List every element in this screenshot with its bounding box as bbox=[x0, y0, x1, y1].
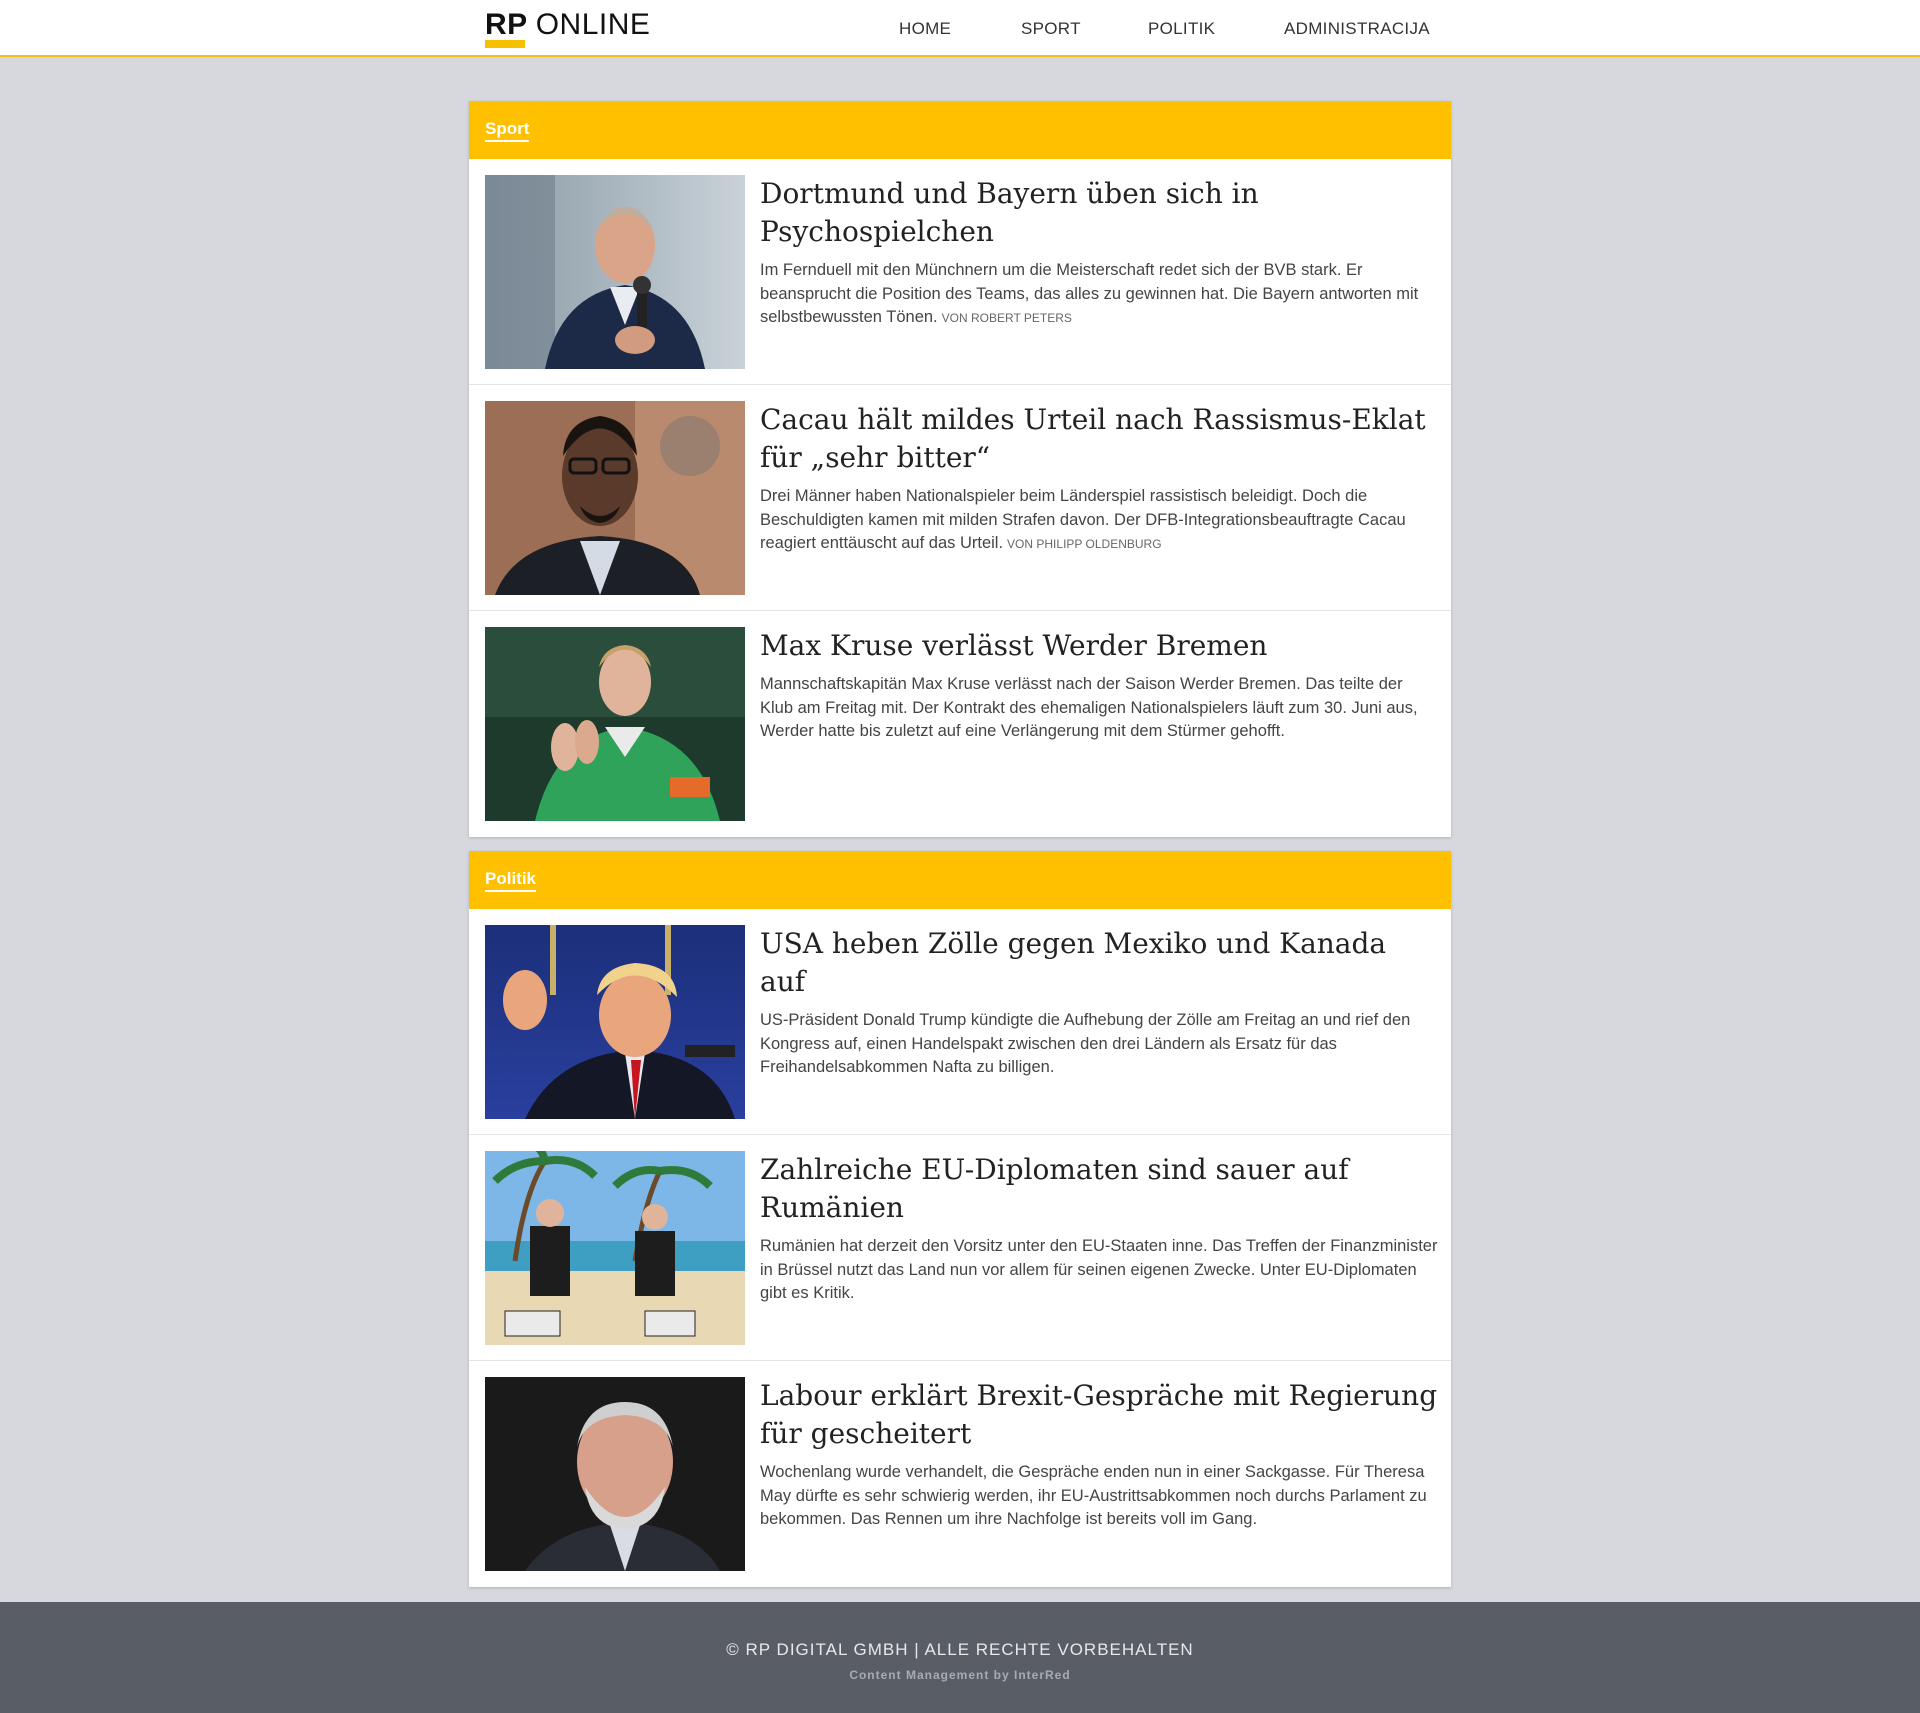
politician-speaking-photo[interactable] bbox=[485, 925, 745, 1119]
section-header: Politik bbox=[469, 851, 1451, 909]
section-politik: Politik USA heben Zölle gegen Mexiko und… bbox=[469, 851, 1451, 1587]
page-footer: © RP DIGITAL GMBH | ALLE RECHTE VORBEHAL… bbox=[0, 1602, 1920, 1713]
footer-copyright: © RP DIGITAL GMBH | ALLE RECHTE VORBEHAL… bbox=[726, 1640, 1194, 1659]
footer-cms-credit[interactable]: Content Management by InterRed bbox=[0, 1668, 1920, 1682]
article-headline[interactable]: Dortmund und Bayern üben sich in Psychos… bbox=[760, 175, 1440, 251]
beach-protest-photo[interactable] bbox=[485, 1151, 745, 1345]
article-text: Max Kruse verlässt Werder Bremen Mannsch… bbox=[760, 627, 1440, 744]
section-sport: Sport Dortmund und Bayern üben sich in P… bbox=[469, 101, 1451, 837]
article-text: Zahlreiche EU-Diplomaten sind sauer auf … bbox=[760, 1151, 1440, 1306]
article-teaser: Mannschaftskapitän Max Kruse verlässt na… bbox=[760, 673, 1440, 744]
article-teaser: Drei Männer haben Nationalspieler beim L… bbox=[760, 485, 1440, 557]
article-teaser: Wochenlang wurde verhandelt, die Gespräc… bbox=[760, 1461, 1440, 1532]
article-byline: von Philipp Oldenburg bbox=[1007, 537, 1162, 551]
nav-administracija[interactable]: ADMINISTRACIJA bbox=[1284, 19, 1430, 39]
article-card[interactable]: Zahlreiche EU-Diplomaten sind sauer auf … bbox=[469, 1135, 1451, 1361]
section-header: Sport bbox=[469, 101, 1451, 159]
article-text: Cacau hält mildes Urteil nach Rassismus-… bbox=[760, 401, 1440, 557]
article-text: Labour erklärt Brexit-Gespräche mit Regi… bbox=[760, 1377, 1440, 1532]
top-header: RP ONLINE HOME SPORT POLITIK ADMINISTRAC… bbox=[0, 0, 1920, 57]
article-headline[interactable]: Labour erklärt Brexit-Gespräche mit Regi… bbox=[760, 1377, 1440, 1453]
article-teaser: Im Fernduell mit den Münchnern um die Me… bbox=[760, 259, 1440, 331]
article-byline: von Robert Peters bbox=[941, 311, 1072, 325]
article-headline[interactable]: Cacau hält mildes Urteil nach Rassismus-… bbox=[760, 401, 1440, 477]
nav-sport[interactable]: SPORT bbox=[1021, 19, 1081, 39]
main-nav: HOME SPORT POLITIK ADMINISTRACIJA bbox=[0, 19, 1920, 39]
teaser-text: Mannschaftskapitän Max Kruse verlässt na… bbox=[760, 675, 1418, 740]
older-man-portrait-photo[interactable] bbox=[485, 1377, 745, 1571]
article-card[interactable]: USA heben Zölle gegen Mexiko und Kanada … bbox=[469, 909, 1451, 1135]
article-teaser: US-Präsident Donald Trump kündigte die A… bbox=[760, 1009, 1440, 1080]
teaser-text: Wochenlang wurde verhandelt, die Gespräc… bbox=[760, 1463, 1427, 1528]
article-headline[interactable]: USA heben Zölle gegen Mexiko und Kanada … bbox=[760, 925, 1440, 1001]
article-headline[interactable]: Zahlreiche EU-Diplomaten sind sauer auf … bbox=[760, 1151, 1440, 1227]
nav-politik[interactable]: POLITIK bbox=[1148, 19, 1215, 39]
man-with-microphone-photo[interactable] bbox=[485, 175, 745, 369]
article-text: USA heben Zölle gegen Mexiko und Kanada … bbox=[760, 925, 1440, 1080]
article-teaser: Rumänien hat derzeit den Vorsitz unter d… bbox=[760, 1235, 1440, 1306]
teaser-text: Im Fernduell mit den Münchnern um die Me… bbox=[760, 261, 1419, 326]
article-headline[interactable]: Max Kruse verlässt Werder Bremen bbox=[760, 627, 1440, 665]
section-title-sport[interactable]: Sport bbox=[485, 119, 530, 142]
article-card[interactable]: Labour erklärt Brexit-Gespräche mit Regi… bbox=[469, 1361, 1451, 1587]
teaser-text: US-Präsident Donald Trump kündigte die A… bbox=[760, 1011, 1411, 1076]
football-player-clapping-photo[interactable] bbox=[485, 627, 745, 821]
article-card[interactable]: Dortmund und Bayern üben sich in Psychos… bbox=[469, 159, 1451, 385]
nav-home[interactable]: HOME bbox=[899, 19, 951, 39]
article-card[interactable]: Cacau hält mildes Urteil nach Rassismus-… bbox=[469, 385, 1451, 611]
section-title-politik[interactable]: Politik bbox=[485, 869, 537, 892]
logo-accent-bar bbox=[485, 40, 525, 48]
man-with-glasses-photo[interactable] bbox=[485, 401, 745, 595]
teaser-text: Rumänien hat derzeit den Vorsitz unter d… bbox=[760, 1237, 1438, 1302]
article-text: Dortmund und Bayern üben sich in Psychos… bbox=[760, 175, 1440, 331]
article-card[interactable]: Max Kruse verlässt Werder Bremen Mannsch… bbox=[469, 611, 1451, 837]
